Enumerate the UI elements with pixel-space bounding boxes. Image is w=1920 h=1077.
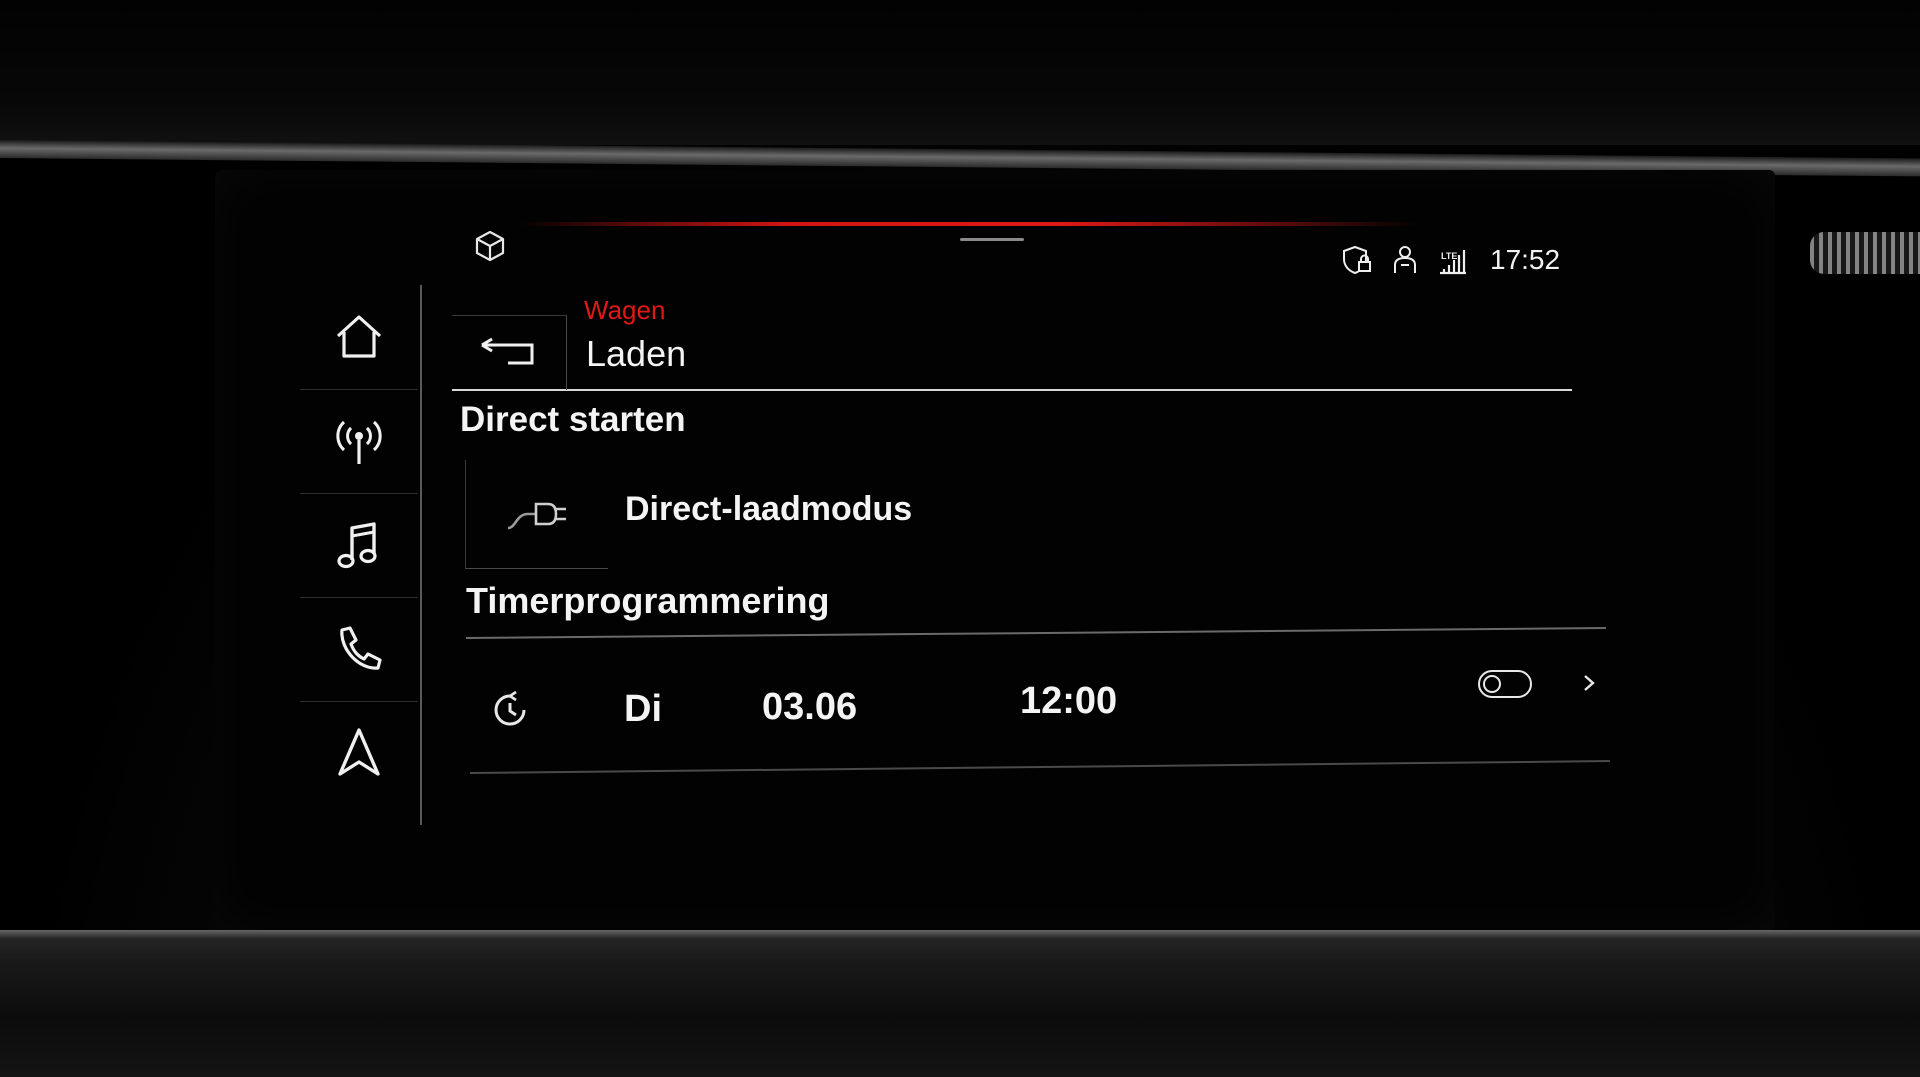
timer-date: 03.06 bbox=[762, 686, 858, 728]
music-icon bbox=[337, 522, 377, 569]
toggle-knob bbox=[1483, 675, 1501, 693]
radio-icon bbox=[336, 420, 382, 464]
charging-plug-icon bbox=[507, 502, 566, 530]
back-button[interactable] bbox=[452, 315, 567, 390]
timer-day: Di bbox=[624, 688, 662, 730]
accent-glow-bar bbox=[520, 222, 1420, 226]
sidebar-item-navigation[interactable] bbox=[300, 701, 418, 805]
cube-icon[interactable] bbox=[472, 228, 508, 264]
sidebar-item-home[interactable] bbox=[300, 285, 418, 390]
pull-down-handle[interactable] bbox=[960, 238, 1024, 241]
home-icon bbox=[336, 315, 382, 358]
dashboard-bottom-trim bbox=[0, 930, 1920, 1077]
section-title-timer: Timerprogrammering bbox=[466, 580, 830, 621]
page-title: Laden bbox=[586, 333, 687, 374]
direct-charge-tile bbox=[465, 460, 608, 569]
sidebar-item-music[interactable] bbox=[300, 493, 418, 598]
timer-time: 12:00 bbox=[1020, 680, 1118, 722]
back-arrow-icon bbox=[481, 337, 534, 365]
navigation-icon bbox=[338, 728, 380, 776]
timer-toggle[interactable] bbox=[1478, 670, 1532, 698]
svg-text:LTE: LTE bbox=[1441, 251, 1457, 261]
shield-lock-icon bbox=[1343, 245, 1371, 275]
breadcrumb: Wagen bbox=[584, 295, 666, 325]
clock: 17:52 bbox=[1490, 244, 1561, 275]
phone-icon bbox=[340, 626, 382, 670]
timer-clock-icon bbox=[494, 690, 526, 726]
main-nav-sidebar bbox=[300, 285, 422, 825]
sidebar-item-radio[interactable] bbox=[300, 389, 418, 494]
lte-signal-icon: LTE bbox=[1440, 250, 1466, 275]
person-icon bbox=[1394, 246, 1416, 273]
section-title-direct-start: Direct starten bbox=[460, 400, 686, 439]
chevron-right-icon[interactable] bbox=[1580, 668, 1600, 698]
car-infotainment-scene: LTE 17:52 Wagen Laden Direct starten Dir… bbox=[0, 0, 1920, 1077]
sidebar-item-phone[interactable] bbox=[300, 597, 418, 702]
status-bar: LTE 17:52 bbox=[1340, 240, 1560, 280]
page-header: Wagen Laden bbox=[452, 285, 1572, 391]
direct-charge-mode-label: Direct-laadmodus bbox=[625, 490, 913, 528]
dashboard-top bbox=[0, 0, 1920, 145]
air-vent bbox=[1810, 232, 1920, 274]
direct-charge-mode-button[interactable]: Direct-laadmodus bbox=[465, 460, 1365, 570]
timer-row[interactable]: Di 03.06 12:00 bbox=[470, 640, 1610, 770]
